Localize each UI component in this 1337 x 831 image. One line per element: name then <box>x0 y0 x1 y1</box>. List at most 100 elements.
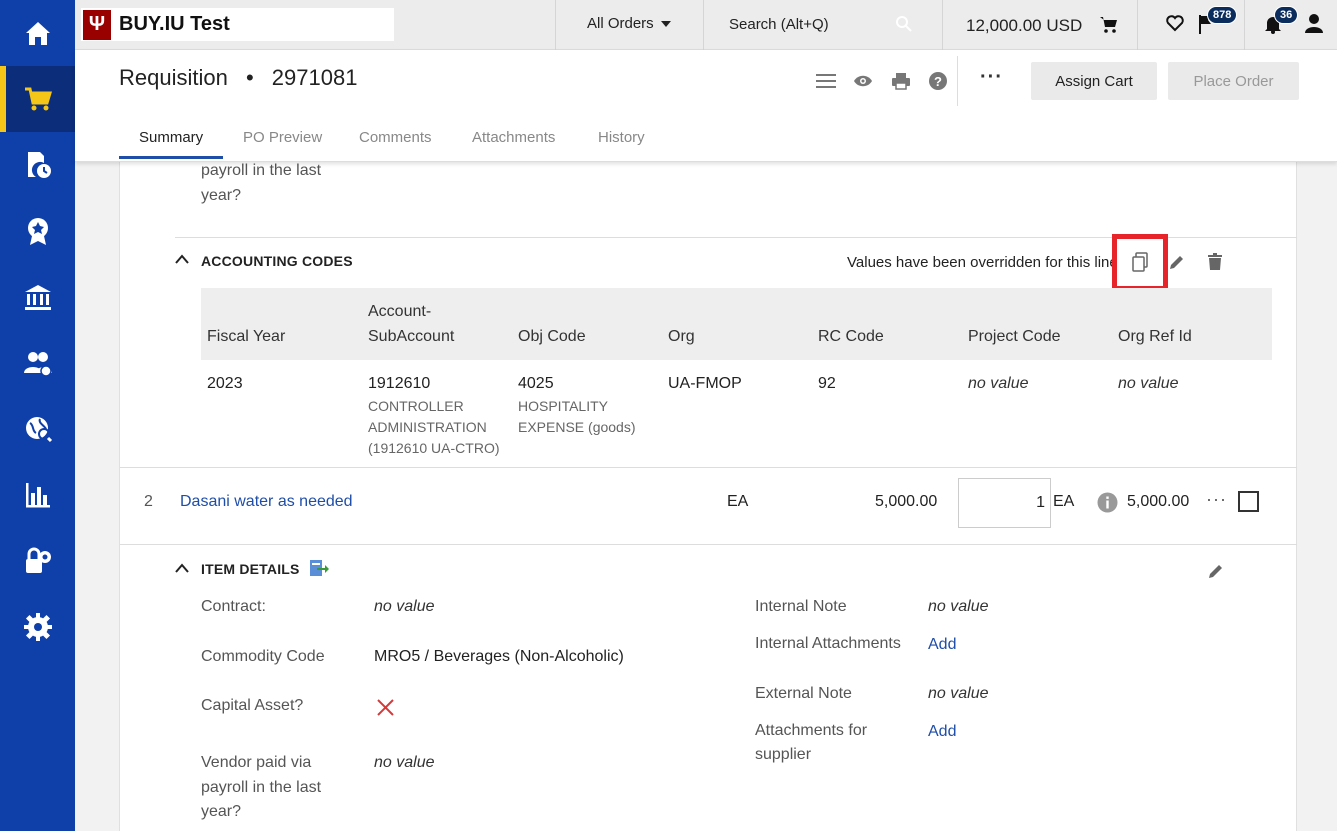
lock-gear-icon <box>25 547 51 573</box>
active-tab-indicator <box>119 156 223 159</box>
bar-chart-icon <box>25 483 50 508</box>
line-uom: EA <box>727 493 749 510</box>
vendor-payroll-label-line2: payroll in the last <box>201 779 322 796</box>
user-icon[interactable] <box>1303 12 1325 34</box>
eye-icon <box>854 75 872 87</box>
internal-note-label: Internal Note <box>755 598 847 615</box>
divider <box>1137 0 1138 50</box>
cell-org-ref-id: no value <box>1118 375 1179 392</box>
cell-account-desc2: ADMINISTRATION <box>368 419 487 435</box>
commodity-value: MRO5 / Beverages (Non-Alcoholic) <box>374 648 624 665</box>
app-logo[interactable]: Ψ BUY.IU Test <box>81 8 394 41</box>
printer-icon <box>892 73 910 90</box>
trash-icon[interactable] <box>1207 253 1223 271</box>
close-x-icon <box>377 699 394 716</box>
edit-icon[interactable] <box>1168 253 1186 271</box>
sidebar-item-shop[interactable] <box>0 66 75 132</box>
divider <box>957 56 958 106</box>
col-obj-code: Obj Code <box>518 328 586 345</box>
export-icon[interactable] <box>309 558 329 578</box>
bank-icon <box>24 285 51 310</box>
contract-label: Contract: <box>201 598 266 615</box>
requisition-lines: payroll in the last year? ACCOUNTING COD… <box>119 162 1297 831</box>
supplier-attachments-add-link[interactable]: Add <box>928 723 956 741</box>
cell-obj-desc1: HOSPITALITY <box>518 398 608 414</box>
print-button[interactable] <box>890 70 912 92</box>
all-orders-dropdown[interactable]: All Orders <box>587 15 671 32</box>
line-number: 2 <box>144 493 153 510</box>
iu-logo-mark: Ψ <box>83 9 111 40</box>
copy-icon[interactable] <box>1131 252 1149 272</box>
line-total: 5,000.00 <box>1127 493 1190 510</box>
cell-fiscal-year: 2023 <box>207 375 243 392</box>
home-icon <box>25 22 50 45</box>
flag-badge: 878 <box>1207 6 1238 24</box>
sidebar-item-orders[interactable] <box>0 132 75 198</box>
cell-obj-code: 4025 <box>518 375 554 392</box>
contract-value: no value <box>374 598 435 615</box>
internal-attachments-add-link[interactable]: Add <box>928 636 956 654</box>
tab-history[interactable]: History <box>598 129 645 146</box>
help-button[interactable]: ? <box>927 70 949 92</box>
title-separator: • <box>245 65 254 90</box>
col-project-code: Project Code <box>968 328 1061 345</box>
line-more-button[interactable]: ··· <box>1206 489 1227 510</box>
preview-button[interactable] <box>852 70 874 92</box>
heart-icon[interactable] <box>1165 13 1185 33</box>
sidebar-item-global[interactable] <box>0 396 75 462</box>
cart-total-button[interactable]: 12,000.00 USD <box>943 0 1135 50</box>
sidebar-item-suppliers[interactable] <box>0 330 75 396</box>
divider <box>703 0 704 50</box>
requisition-number: 2971081 <box>271 65 358 90</box>
all-orders-label: All Orders <box>587 15 654 32</box>
tab-po-preview[interactable]: PO Preview <box>243 129 322 146</box>
settings-icon <box>23 613 52 641</box>
sidebar-item-awards[interactable] <box>0 198 75 264</box>
divider <box>1244 0 1245 50</box>
commodity-label: Commodity Code <box>201 648 325 665</box>
tab-summary[interactable]: Summary <box>139 129 203 146</box>
cell-account: 1912610 <box>368 375 431 392</box>
divider <box>120 544 1297 545</box>
col-account-line2: SubAccount <box>368 328 455 345</box>
globe-icon <box>25 417 52 443</box>
cell-obj-desc2: EXPENSE (goods) <box>518 419 636 435</box>
supplier-attachments-label-line2: supplier <box>755 746 812 763</box>
external-note-label: External Note <box>755 685 852 702</box>
sidebar-item-security[interactable] <box>0 528 75 594</box>
help-icon: ? <box>929 72 947 90</box>
assign-cart-button[interactable]: Assign Cart <box>1031 62 1157 100</box>
cell-rc-code: 92 <box>818 375 836 392</box>
search-placeholder: Search (Alt+Q) <box>729 16 829 33</box>
sidebar-item-reports[interactable] <box>0 462 75 528</box>
search-input[interactable]: Search (Alt+Q) <box>705 2 941 48</box>
place-order-button[interactable]: Place Order <box>1168 62 1299 100</box>
previous-vendor-label-line2: year? <box>201 187 242 204</box>
sidebar-item-finance[interactable] <box>0 264 75 330</box>
cart-icon <box>1100 17 1117 33</box>
search-icon[interactable] <box>895 15 913 33</box>
svg-text:?: ? <box>934 74 942 89</box>
chevron-up-icon[interactable] <box>175 254 189 264</box>
more-actions-button[interactable]: ··· <box>980 66 1003 89</box>
document-clock-icon <box>27 152 51 178</box>
quantity-input[interactable]: 1 <box>958 478 1051 528</box>
internal-attachments-label: Internal Attachments <box>755 635 901 652</box>
menu-button[interactable] <box>815 70 837 92</box>
sidebar-item-settings[interactable] <box>0 594 75 660</box>
users-icon <box>23 352 52 377</box>
divider <box>555 0 556 50</box>
chevron-up-icon[interactable] <box>175 563 189 573</box>
line-unit-price: 5,000.00 <box>875 493 938 510</box>
award-icon <box>27 218 48 245</box>
sidebar-item-home[interactable] <box>0 0 75 66</box>
info-icon[interactable] <box>1097 492 1118 513</box>
hamburger-icon <box>816 74 836 88</box>
line-item-name-link[interactable]: Dasani water as needed <box>180 493 353 511</box>
cell-account-desc1: CONTROLLER <box>368 398 464 414</box>
tab-attachments[interactable]: Attachments <box>472 129 555 146</box>
line-select-checkbox[interactable] <box>1238 491 1259 512</box>
edit-icon[interactable] <box>1207 562 1225 580</box>
supplier-attachments-label-line1: Attachments for <box>755 722 868 739</box>
tab-comments[interactable]: Comments <box>359 129 432 146</box>
